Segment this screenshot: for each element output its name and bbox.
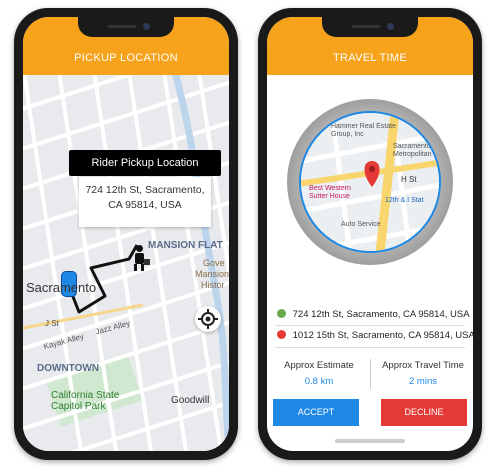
divider xyxy=(275,325,465,326)
map-label-sacramento: Sacramento xyxy=(26,280,97,295)
travel-time-value: 2 mins xyxy=(409,376,437,387)
phone-notch xyxy=(78,17,174,37)
locate-me-button[interactable] xyxy=(195,306,221,332)
dropoff-address: 1012 15th St, Sacramento, CA 95814, USA xyxy=(292,330,473,341)
pickup-map[interactable]: MANSION FLAT Sacramento Gove Mansion His… xyxy=(23,75,229,451)
travel-map[interactable]: Hammer Real Estate Group, Inc Sacramento… xyxy=(299,111,441,253)
travel-screen: TRAVEL TIME Hammer Real Estate Group, In… xyxy=(267,17,473,451)
travel-time-label: Approx Travel Time xyxy=(382,360,464,371)
divider xyxy=(275,347,465,348)
map-label-mansion: Mansion xyxy=(195,269,229,279)
map-label-metropolitan: Sacramento Metropolitan xyxy=(393,143,432,158)
map-label-downtown: DOWNTOWN xyxy=(37,363,100,374)
map-label-12th-i: 12th & I Stat xyxy=(385,197,424,204)
map-label-mansion-flats: MANSION FLAT xyxy=(148,240,223,251)
crosshair-icon xyxy=(198,309,218,329)
map-label-historic: Histor xyxy=(201,280,225,290)
dropoff-address-row: 1012 15th St, Sacramento, CA 95814, USA xyxy=(277,330,473,341)
pickup-address: 724 12th St, Sacramento, CA 95814, USA xyxy=(292,309,470,320)
phone-pickup: PICKUP LOCATION MANSION FLAT Sacramento … xyxy=(14,8,238,460)
phone-notch xyxy=(322,17,418,37)
estimate-label: Approx Estimate xyxy=(284,360,354,371)
map-label-capitol-park: California State Capitol Park xyxy=(51,390,120,412)
travel-map-ring: Hammer Real Estate Group, Inc Sacramento… xyxy=(287,99,453,265)
map-label-best-western: Best Western Sutter House xyxy=(309,185,351,200)
home-indicator xyxy=(335,439,405,443)
phone-travel-time: TRAVEL TIME Hammer Real Estate Group, In… xyxy=(258,8,482,460)
pickup-address-row: 724 12th St, Sacramento, CA 95814, USA xyxy=(277,309,470,320)
travel-header-title: TRAVEL TIME xyxy=(333,52,407,64)
map-label-goodwill: Goodwill xyxy=(171,395,210,406)
decline-button[interactable]: DECLINE xyxy=(381,399,467,426)
column-divider xyxy=(370,359,371,389)
map-label-hammer: Hammer Real Estate Group, Inc xyxy=(331,123,396,138)
pickup-pin-icon xyxy=(277,309,286,318)
pickup-callout-address: 724 12th St, Sacramento, CA 95814, USA xyxy=(79,177,211,227)
estimate-value: 0.8 km xyxy=(304,376,334,387)
travel-time-column: Approx Travel Time 2 mins xyxy=(373,360,473,387)
accept-button[interactable]: ACCEPT xyxy=(273,399,359,426)
pickup-screen: PICKUP LOCATION MANSION FLAT Sacramento … xyxy=(23,17,229,451)
estimate-column: Approx Estimate 0.8 km xyxy=(269,360,369,387)
map-label-h-st: H St xyxy=(401,175,417,184)
pickup-callout-title: Rider Pickup Location xyxy=(69,150,221,176)
map-label-j-st: J St xyxy=(45,319,59,328)
pickup-header-title: PICKUP LOCATION xyxy=(74,52,178,64)
dropoff-pin-icon xyxy=(277,330,286,339)
map-label-gove: Gove xyxy=(203,258,225,268)
map-label-auto-service: Auto Service xyxy=(341,221,381,228)
